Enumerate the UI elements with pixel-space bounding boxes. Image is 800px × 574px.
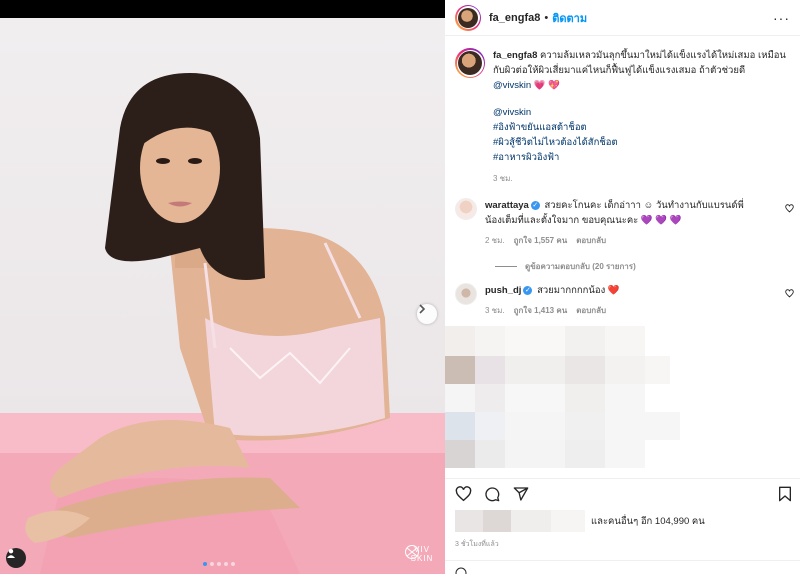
likes-summary: และคนอื่นๆ อีก 104,990 คน (455, 510, 705, 532)
user-tag-button[interactable] (6, 548, 26, 568)
emoji-icon[interactable] (455, 567, 467, 574)
reply-button[interactable]: ตอบกลับ (576, 303, 606, 318)
post-side-panel: fa_engfa8 • ติดตาม ··· fa_engfa8 ความล้ม… (445, 0, 800, 574)
comment-meta: 2 ชม. ถูกใจ 1,557 คน ตอบกลับ (485, 233, 755, 248)
brand-watermark: VIV SKIN (404, 544, 440, 563)
comment-like-heart-icon[interactable] (785, 204, 794, 213)
carousel-dots (203, 562, 235, 566)
instagram-post-window: VIV SKIN fa_engfa8 • ติดตาม ··· fa_engfa… (0, 0, 800, 574)
comment-body: warattaya ✓ สวยคะโกนคะ เด็กอ่าาา ☺ วันทำง… (485, 198, 755, 248)
comment-meta: 3 ชม. ถูกใจ 1,413 คน ตอบกลับ (485, 303, 755, 318)
comment-time: 2 ชม. (485, 236, 505, 245)
comment-text: สวยมากกกกน้อง ❤️ (537, 285, 620, 296)
hashtag[interactable]: #อาหารผิวอิงฟ้า (493, 150, 790, 165)
reply-button[interactable]: ตอบกลับ (576, 233, 606, 248)
comment-time: 3 ชม. (485, 306, 505, 315)
caption-text: ความล้มเหลวมันลุกขึ้นมาใหม่ได้แข็งแรงได้… (493, 50, 786, 76)
author-avatar[interactable] (455, 4, 481, 31)
user-tag-icon (7, 549, 15, 558)
caption-avatar[interactable] (455, 48, 485, 78)
carousel-dot[interactable] (217, 562, 221, 566)
carousel-dot[interactable] (210, 562, 214, 566)
carousel-dot[interactable] (231, 562, 235, 566)
comment-like-heart-icon[interactable] (785, 289, 794, 298)
caption: fa_engfa8 ความล้มเหลวมันลุกขึ้นมาใหม่ได้… (445, 36, 800, 186)
right-eye (188, 158, 202, 164)
caption-mention[interactable]: @vivskin (493, 80, 531, 91)
share-icon[interactable] (513, 486, 529, 502)
add-comment-bar (445, 560, 800, 574)
follow-button[interactable]: ติดตาม (552, 9, 587, 27)
hashtag[interactable]: #อิงฟ้าขยันแอสต้าช็อต (493, 120, 790, 135)
top-bar (0, 0, 445, 18)
verified-badge-icon: ✓ (530, 200, 540, 210)
view-replies-button[interactable]: ดูข้อความตอบกลับ (20 รายการ) (495, 260, 800, 273)
post-header: fa_engfa8 • ติดตาม ··· (445, 0, 800, 36)
comment-item: push_dj ✓ สวยมากกกกน้อง ❤️ 3 ชม. ถูกใจ 1,… (445, 283, 800, 318)
left-eye (156, 158, 170, 164)
view-replies-label: ดูข้อความตอบกลับ (20 รายการ) (525, 262, 636, 271)
header-separator: • (544, 11, 549, 24)
verified-badge-icon: ✓ (523, 285, 533, 295)
carousel-dot[interactable] (203, 562, 207, 566)
replies-divider-line (495, 266, 517, 267)
bookmark-icon[interactable] (778, 486, 792, 502)
caption-emojis: 💗 💖 (533, 80, 561, 91)
comment-avatar[interactable] (455, 198, 477, 220)
carousel-dot[interactable] (224, 562, 228, 566)
caption-time: 3 ชม. (493, 174, 513, 183)
post-photo (0, 73, 445, 574)
comment-username[interactable]: push_dj (485, 285, 521, 296)
heart-icon[interactable] (455, 486, 472, 502)
comment-username[interactable]: warattaya (485, 200, 529, 211)
comment-icon[interactable] (484, 486, 500, 502)
comment-item: warattaya ✓ สวยคะโกนคะ เด็กอ่าาา ☺ วันทำง… (445, 198, 800, 248)
liker-avatars-pixelated[interactable] (455, 510, 585, 532)
hashtag[interactable]: #ผิวสู้ชีวิตไม่ไหวต้องได้สักช็อต (493, 135, 790, 150)
post-media[interactable]: VIV SKIN (0, 18, 445, 574)
comment-likes[interactable]: ถูกใจ 1,413 คน (514, 303, 568, 318)
action-bar (445, 478, 800, 508)
author-username[interactable]: fa_engfa8 (489, 12, 540, 24)
caption-body: fa_engfa8 ความล้มเหลวมันลุกขึ้นมาใหม่ได้… (493, 48, 790, 186)
comment-body: push_dj ✓ สวยมากกกกน้อง ❤️ 3 ชม. ถูกใจ 1,… (485, 283, 755, 318)
comment-likes[interactable]: ถูกใจ 1,557 คน (514, 233, 568, 248)
post-timestamp[interactable]: 3 ชั่วโมงที่แล้ว (455, 539, 499, 550)
more-icon: ··· (773, 9, 790, 26)
likes-count-text[interactable]: และคนอื่นๆ อีก 104,990 คน (591, 514, 705, 529)
next-arrow-icon (419, 304, 426, 314)
lace-top (205, 318, 385, 436)
carousel-next-button[interactable] (417, 304, 437, 324)
comment-avatar[interactable] (455, 283, 477, 305)
more-options-button[interactable]: ··· (773, 10, 790, 26)
caption-username[interactable]: fa_engfa8 (493, 50, 537, 61)
caption-mention-2[interactable]: @vivskin (493, 105, 790, 120)
brand-logo-icon (405, 545, 419, 559)
